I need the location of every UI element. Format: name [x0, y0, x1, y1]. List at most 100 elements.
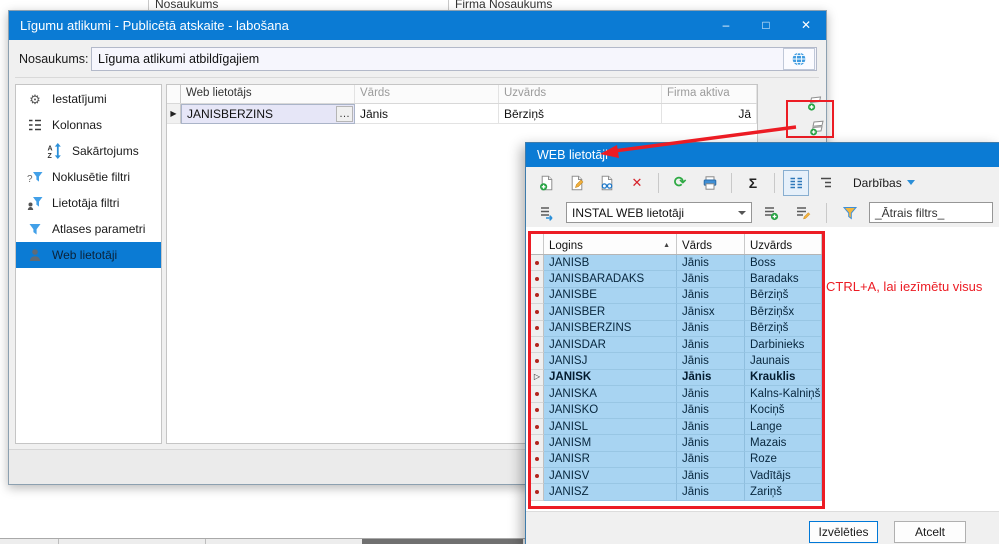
- user-row[interactable]: JANISJJānisJaunais: [531, 353, 822, 369]
- translate-button[interactable]: [783, 48, 815, 70]
- uzvards-column-header[interactable]: Uzvārds: [745, 234, 822, 254]
- user-icon: [22, 246, 48, 264]
- user-row[interactable]: JANISBEJānisBērziņš: [531, 288, 822, 304]
- delete-icon: ✕: [628, 174, 646, 192]
- quick-filter-input[interactable]: _Ātrais filtrs_: [869, 202, 993, 223]
- add-row-button[interactable]: [800, 93, 830, 115]
- new-button[interactable]: [534, 170, 560, 196]
- column-header[interactable]: Web lietotājs: [181, 85, 355, 103]
- print-button[interactable]: [697, 170, 723, 196]
- uzvards-cell: Kociņš: [745, 403, 822, 419]
- user-row[interactable]: JANISBERJānisxBērziņšx: [531, 304, 822, 320]
- column-header[interactable]: Vārds: [355, 85, 499, 103]
- login-cell: JANISV: [544, 468, 677, 484]
- layout-combo[interactable]: INSTAL WEB lietotāji: [566, 202, 752, 223]
- user-row[interactable]: JANISKAJānisKalns-Kalniņš: [531, 386, 822, 402]
- user-row[interactable]: JANISMJānisMazais: [531, 435, 822, 451]
- row-marker: [531, 484, 544, 500]
- popup-users-grid: Logins ▲ Vārds Uzvārds JANISBJānisBossJA…: [531, 234, 822, 501]
- add-users-button[interactable]: [802, 117, 832, 139]
- user-row[interactable]: JANISBERZINSJānisBērziņš: [531, 321, 822, 337]
- user-row[interactable]: JANISRJānisRoze: [531, 452, 822, 468]
- login-cell: JANISZ: [544, 484, 677, 500]
- vards-cell: Jānis: [677, 403, 745, 419]
- screen: Nosaukums Firma Nosaukums Līgumu atlikum…: [0, 0, 999, 544]
- firma-aktiva-cell[interactable]: Jā: [662, 104, 757, 124]
- filter-icon: [22, 220, 48, 238]
- tree-view-button[interactable]: [813, 170, 839, 196]
- popup-footer: Izvēlēties Atcelt: [526, 511, 999, 544]
- column-header[interactable]: Uzvārds: [499, 85, 662, 103]
- darbibas-label: Darbības: [853, 176, 902, 190]
- user-row[interactable]: JANISLJānisLange: [531, 419, 822, 435]
- record-dot-icon: [535, 425, 539, 429]
- record-dot-icon: [535, 277, 539, 281]
- quick-filter-button[interactable]: [837, 200, 863, 226]
- grid-view-button[interactable]: [783, 170, 809, 196]
- sidebar-item-noklus-tie-filtri[interactable]: ?Noklusētie filtri: [16, 164, 161, 190]
- edit-icon: [568, 174, 586, 192]
- user-row[interactable]: JANISKOJānisKociņš: [531, 403, 822, 419]
- login-cell[interactable]: JANISBERZINS …: [181, 104, 355, 124]
- edit-button[interactable]: [564, 170, 590, 196]
- user-row[interactable]: JANISBARADAKSJānisBaradaks: [531, 271, 822, 287]
- sort-ascending-icon: ▲: [663, 242, 670, 249]
- add-users-icon: [808, 119, 826, 137]
- vards-cell[interactable]: Jānis: [355, 104, 499, 124]
- popup-titlebar[interactable]: WEB lietotāji: [526, 143, 999, 167]
- user-row[interactable]: JANISDARJānisDarbinieks: [531, 337, 822, 353]
- vards-column-header[interactable]: Vārds: [677, 234, 745, 254]
- login-cell: JANISJ: [544, 353, 677, 369]
- chevron-down-icon: [907, 180, 915, 185]
- close-button[interactable]: ✕: [786, 11, 826, 40]
- selected-user-row[interactable]: ▶ JANISBERZINS … Jānis Bērziņš Jā: [167, 104, 757, 124]
- cancel-button[interactable]: Atcelt: [894, 521, 966, 543]
- login-cell: JANISKO: [544, 403, 677, 419]
- lookup-button[interactable]: …: [336, 106, 353, 122]
- list-add-icon: [762, 204, 780, 222]
- sidebar-item-lietot-ja-filtri[interactable]: Lietotāja filtri: [16, 190, 161, 216]
- layout-add-button[interactable]: [758, 200, 784, 226]
- row-marker: [531, 435, 544, 451]
- sidebar-item-sak-rtojums[interactable]: AZSakārtojums: [16, 138, 161, 164]
- user-row[interactable]: JANISBJānisBoss: [531, 255, 822, 271]
- refresh-button[interactable]: ⟳: [667, 170, 693, 196]
- nosaukums-input[interactable]: Līguma atlikumi atbildīgajiem: [91, 47, 817, 71]
- name-row: Nosaukums: Līguma atlikumi atbildīgajiem: [9, 44, 826, 74]
- row-marker: [531, 255, 544, 271]
- darbibas-menu[interactable]: Darbības: [853, 176, 915, 190]
- uzvards-cell[interactable]: Bērziņš: [499, 104, 662, 124]
- filter-default-icon: ?: [22, 168, 48, 186]
- layout-icon: [538, 204, 556, 222]
- user-row[interactable]: JANISVJānisVadītājs: [531, 468, 822, 484]
- logins-column-header[interactable]: Logins ▲: [544, 234, 677, 254]
- view-icon: [598, 174, 616, 192]
- maximize-button[interactable]: □: [746, 11, 786, 40]
- sidebar-item-kolonnas[interactable]: Kolonnas: [16, 112, 161, 138]
- status-divider: [58, 539, 59, 544]
- sidebar-item-web-lietot-ji[interactable]: Web lietotāji: [16, 242, 161, 268]
- minimize-button[interactable]: –: [706, 11, 746, 40]
- vards-cell: Jānis: [677, 484, 745, 500]
- row-marker: [531, 271, 544, 287]
- toolbar-separator: [826, 203, 827, 223]
- user-row[interactable]: ▷JANISKJānisKrauklis: [531, 370, 822, 386]
- sidebar-item-atlases-parametri[interactable]: Atlases parametri: [16, 216, 161, 242]
- column-header[interactable]: Firma aktiva: [662, 85, 757, 103]
- status-divider: [205, 539, 206, 544]
- layout-edit-button[interactable]: [790, 200, 816, 226]
- layout-button[interactable]: [534, 200, 560, 226]
- record-dot-icon: [535, 293, 539, 297]
- view-button[interactable]: [594, 170, 620, 196]
- sidebar-item-iestat-jumi[interactable]: ⚙Iestatījumi: [16, 86, 161, 112]
- main-dialog-titlebar[interactable]: Līgumu atlikumi - Publicētā atskaite - l…: [9, 11, 826, 40]
- grid-view-icon: [787, 174, 805, 192]
- sum-button[interactable]: Σ: [740, 170, 766, 196]
- vards-cell: Jānis: [677, 321, 745, 337]
- delete-button[interactable]: ✕: [624, 170, 650, 196]
- nosaukums-label: Nosaukums:: [19, 52, 88, 66]
- select-button[interactable]: Izvēlēties: [809, 521, 878, 543]
- user-row[interactable]: JANISZJānisZariņš: [531, 484, 822, 500]
- record-dot-icon: [535, 343, 539, 347]
- record-dot-icon: [535, 490, 539, 494]
